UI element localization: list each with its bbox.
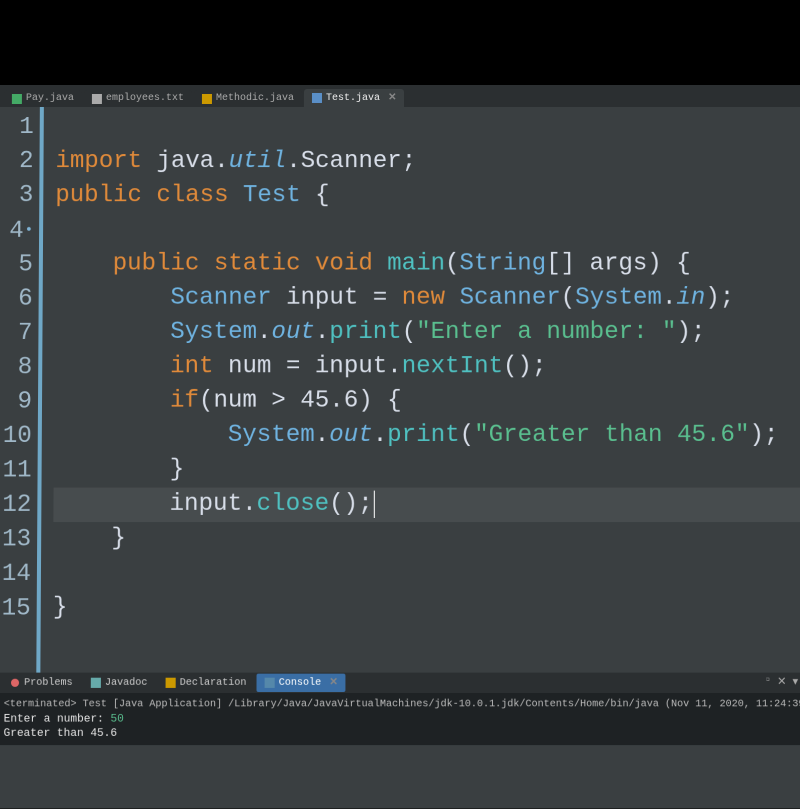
code-line: int num = input.nextInt(); <box>54 350 800 384</box>
close-icon[interactable]: ✕ <box>388 92 396 104</box>
code-editor[interactable]: 1 2 3 4 5 6 7 8 9 10 11 12 13 14 15 impo… <box>0 107 800 673</box>
line-number: 15 <box>0 592 31 627</box>
code-line: } <box>54 453 800 487</box>
code-line: Scanner input = new Scanner(System.in); <box>55 282 800 316</box>
line-number: 4 <box>3 213 33 249</box>
panel-actions: ▫ ✕ ▾ <box>764 675 798 689</box>
console-line: Greater than 45.6 <box>4 728 118 740</box>
line-number: 7 <box>2 317 32 351</box>
java-file-icon <box>312 93 322 103</box>
line-number: 11 <box>1 454 31 488</box>
panel-tab-label: Javadoc <box>105 677 148 688</box>
code-line-current: input.close(); <box>53 488 800 522</box>
tab-label: Test.java <box>326 92 380 103</box>
code-line: if(num > 45.6) { <box>54 384 800 418</box>
line-number: 14 <box>0 558 30 593</box>
java-file-icon <box>202 93 212 103</box>
code-line: public class Test { <box>55 179 800 213</box>
console-icon <box>265 678 275 688</box>
menu-icon[interactable]: ▾ <box>792 675 798 689</box>
code-line: System.out.print("Enter a number: "); <box>54 316 800 350</box>
panel-tabbar: Problems Javadoc Declaration Console ✕ ▫… <box>0 673 800 693</box>
javadoc-icon <box>91 678 101 688</box>
line-number: 9 <box>2 386 32 420</box>
panel-tab-declaration[interactable]: Declaration <box>157 674 254 691</box>
ide-screen: Pay.java employees.txt Methodic.java Tes… <box>0 85 800 809</box>
tab-label: employees.txt <box>106 93 184 104</box>
declaration-icon <box>166 678 176 688</box>
editor-tabbar: Pay.java employees.txt Methodic.java Tes… <box>0 85 800 107</box>
tab-label: Methodic.java <box>216 93 294 104</box>
console-line: Enter a number: 50 <box>4 713 124 725</box>
code-line: import java.util.Scanner; <box>55 145 800 179</box>
line-number: 2 <box>3 145 33 179</box>
line-number: 13 <box>1 523 31 558</box>
text-cursor <box>374 491 375 518</box>
panel-tab-console[interactable]: Console ✕ <box>257 674 346 692</box>
problems-icon <box>10 678 20 688</box>
panel-tab-label: Console <box>279 677 321 688</box>
line-gutter: 1 2 3 4 5 6 7 8 9 10 11 12 13 14 15 <box>0 107 44 673</box>
code-area[interactable]: import java.util.Scanner;public class Te… <box>40 107 800 673</box>
tab-pay-java[interactable]: Pay.java <box>4 90 82 107</box>
panel-tab-label: Declaration <box>180 677 247 688</box>
code-line <box>55 213 800 247</box>
code-line <box>53 626 800 661</box>
line-number: 8 <box>2 351 32 385</box>
tab-employees-txt[interactable]: employees.txt <box>84 90 192 107</box>
maximize-icon[interactable]: ✕ <box>777 675 786 689</box>
text-file-icon <box>92 93 102 103</box>
tab-label: Pay.java <box>26 93 74 104</box>
code-line: public static void main(String[] args) { <box>55 247 800 281</box>
minimize-icon[interactable]: ▫ <box>764 675 771 689</box>
code-line: } <box>53 591 800 626</box>
line-number: 6 <box>2 283 32 317</box>
java-file-icon <box>12 93 22 103</box>
bottom-panel: Problems Javadoc Declaration Console ✕ ▫… <box>0 673 800 746</box>
line-number: 10 <box>1 420 31 454</box>
panel-tab-javadoc[interactable]: Javadoc <box>83 674 156 691</box>
panel-tab-label: Problems <box>24 677 73 688</box>
tab-methodic-java[interactable]: Methodic.java <box>194 90 302 107</box>
tab-test-java[interactable]: Test.java ✕ <box>304 89 404 107</box>
line-number: 1 <box>4 111 34 145</box>
line-number: 3 <box>3 179 33 213</box>
panel-tab-problems[interactable]: Problems <box>2 674 81 691</box>
line-number: 12 <box>1 489 31 523</box>
code-line <box>53 557 800 592</box>
console-status: <terminated> Test [Java Application] /Li… <box>4 699 800 710</box>
close-icon[interactable]: ✕ <box>329 677 337 689</box>
code-line: System.out.print("Greater than 45.6"); <box>54 419 800 453</box>
code-line: } <box>53 522 800 557</box>
line-number: 5 <box>3 249 33 283</box>
